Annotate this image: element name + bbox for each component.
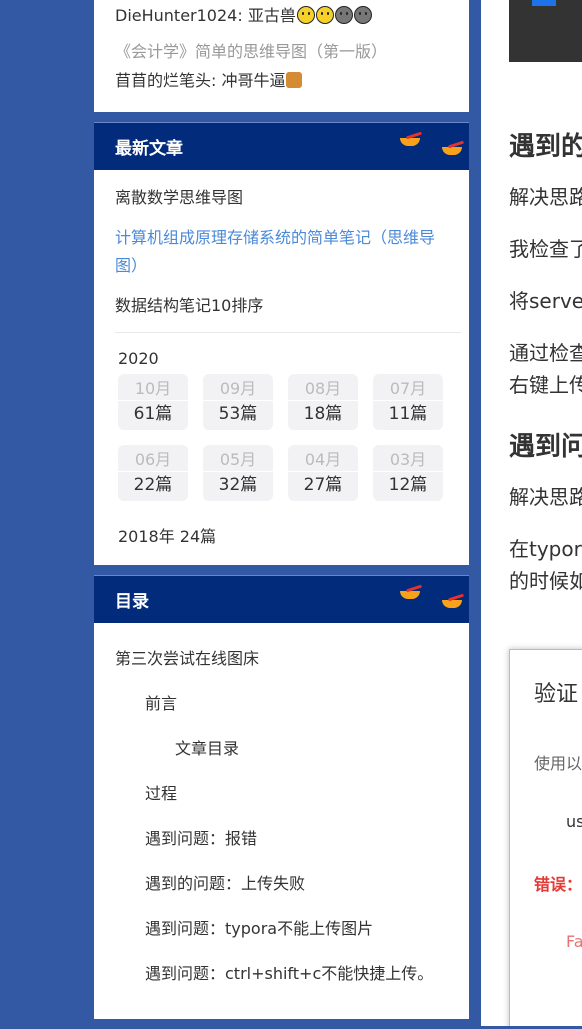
smile-emoji-icon (315, 6, 334, 24)
paragraph: 我检查了 (509, 237, 582, 261)
month-count: 32篇 (203, 470, 273, 498)
comment-article-link[interactable]: 《会计学》简单的思维导图（第一版） (115, 38, 387, 62)
month-label: 04月 (304, 449, 342, 469)
dialog-error-label: 错误： (534, 875, 582, 894)
month-label: 09月 (219, 378, 257, 398)
archive-month-item[interactable]: 09月 53篇 (203, 374, 273, 430)
article-link[interactable]: 数据结构笔记10排序 (115, 292, 448, 320)
dark-face-emoji-icon (353, 6, 372, 24)
month-count: 22篇 (118, 470, 188, 498)
dialog-title: 验证 (534, 682, 579, 707)
screenshot-dialog: 验证 使用以 us 错误： Fa (509, 649, 582, 1026)
month-count: 18篇 (288, 399, 358, 427)
archive-month-item[interactable]: 05月 32篇 (203, 445, 273, 501)
paragraph: 右键上传 (509, 373, 582, 397)
paragraph: 通过检查 (509, 341, 582, 365)
toc-item[interactable]: 文章目录 (94, 739, 469, 759)
archive-months: 10月 61篇 09月 53篇 08月 18篇 07月 11篇 06月 22篇 05月 32… (118, 374, 469, 501)
latest-articles-header: 最新文章 (94, 122, 469, 170)
dark-face-emoji-icon (334, 6, 353, 24)
month-label: 06月 (134, 449, 172, 469)
archive-older-year[interactable]: 2018年 24篇 (94, 501, 469, 565)
section-heading: 遇到问 (509, 432, 582, 462)
smile-emoji-icon (296, 6, 315, 24)
article-image (509, 0, 582, 62)
dialog-error-text: Fa (566, 932, 582, 951)
paragraph: 解决思路 (509, 485, 582, 509)
month-count: 12篇 (373, 470, 443, 498)
toc-item[interactable]: 遇到的问题：上传失败 (94, 874, 469, 894)
comment-item[interactable]: 苜苜的烂笔头: 冲哥牛逼 (115, 67, 303, 91)
noodle-bowl-icon (440, 593, 465, 608)
noodle-bowl-icon (398, 131, 423, 146)
archive-month-item[interactable]: 03月 12篇 (373, 445, 443, 501)
archive-month-item[interactable]: 04月 27篇 (288, 445, 358, 501)
toc-item[interactable]: 遇到问题：ctrl+shift+c不能快捷上传。 (94, 964, 469, 984)
archive-section: 2020 10月 61篇 09月 53篇 08月 18篇 07月 11篇 06月 22篇 … (94, 333, 469, 501)
noodle-bowl-icon (440, 140, 465, 155)
month-label: 10月 (134, 378, 172, 398)
dialog-field-label: us (566, 812, 582, 831)
toc-list: 第三次尝试在线图床 前言 文章目录 过程 遇到问题：报错 遇到的问题：上传失败 … (94, 623, 469, 1019)
recent-comments-card: DieHunter1024: 亚古兽 《会计学》简单的思维导图（第一版） 苜苜的… (94, 0, 469, 112)
toc-header: 目录 (94, 575, 469, 623)
archive-month-item[interactable]: 07月 11篇 (373, 374, 443, 430)
month-label: 03月 (389, 449, 427, 469)
latest-articles-title: 最新文章 (115, 139, 183, 159)
archive-month-item[interactable]: 06月 22篇 (118, 445, 188, 501)
article-content: 遇到的 解决思路 我检查了 将serve 通过检查 右键上传 遇到问 解决思路 … (481, 0, 582, 1026)
archive-month-item[interactable]: 10月 61篇 (118, 374, 188, 430)
month-label: 07月 (389, 378, 427, 398)
noodle-bowl-icon (398, 584, 423, 599)
month-count: 11篇 (373, 399, 443, 427)
beer-emoji-icon (286, 72, 303, 88)
section-heading: 遇到的 (509, 132, 582, 162)
paragraph: 的时候如 (509, 569, 582, 593)
month-label: 08月 (304, 378, 342, 398)
comment-article-title: 《会计学》简单的思维导图（第一版） (115, 42, 388, 61)
toc-item[interactable]: 遇到问题：报错 (94, 829, 469, 849)
archive-year: 2020 (118, 349, 159, 368)
paragraph: 将serve (509, 289, 582, 313)
month-count: 27篇 (288, 470, 358, 498)
sidebar: DieHunter1024: 亚古兽 《会计学》简单的思维导图（第一版） 苜苜的… (94, 0, 469, 1029)
latest-articles-card: 最新文章 离散数学思维导图 计算机组成原理存储系统的简单笔记（思维导图） 数据结… (94, 122, 469, 565)
toc-item[interactable]: 遇到问题：typora不能上传图片 (94, 919, 469, 939)
toc-item[interactable]: 过程 (94, 784, 469, 804)
paragraph: 在typor (509, 537, 582, 561)
article-link[interactable]: 计算机组成原理存储系统的简单笔记（思维导图） (115, 224, 448, 280)
comment-text: DieHunter1024: 亚古兽 (115, 6, 296, 25)
comment-item[interactable]: DieHunter1024: 亚古兽 (115, 2, 372, 26)
month-label: 05月 (219, 449, 257, 469)
comment-text: 苜苜的烂笔头: 冲哥牛逼 (115, 71, 286, 90)
archive-month-item[interactable]: 08月 18篇 (288, 374, 358, 430)
month-count: 61篇 (118, 399, 188, 427)
month-count: 53篇 (203, 399, 273, 427)
toc-card: 目录 第三次尝试在线图床 前言 文章目录 过程 遇到问题：报错 遇到的问题：上传… (94, 575, 469, 1019)
latest-articles-list: 离散数学思维导图 计算机组成原理存储系统的简单笔记（思维导图） 数据结构笔记10… (94, 170, 469, 320)
toc-item[interactable]: 第三次尝试在线图床 (94, 649, 469, 669)
dialog-subtitle: 使用以 (534, 754, 582, 773)
paragraph: 解决思路 (509, 185, 582, 209)
article-link[interactable]: 离散数学思维导图 (115, 184, 448, 212)
toc-item[interactable]: 前言 (94, 694, 469, 714)
image-accent (532, 0, 556, 6)
toc-title: 目录 (115, 592, 149, 612)
